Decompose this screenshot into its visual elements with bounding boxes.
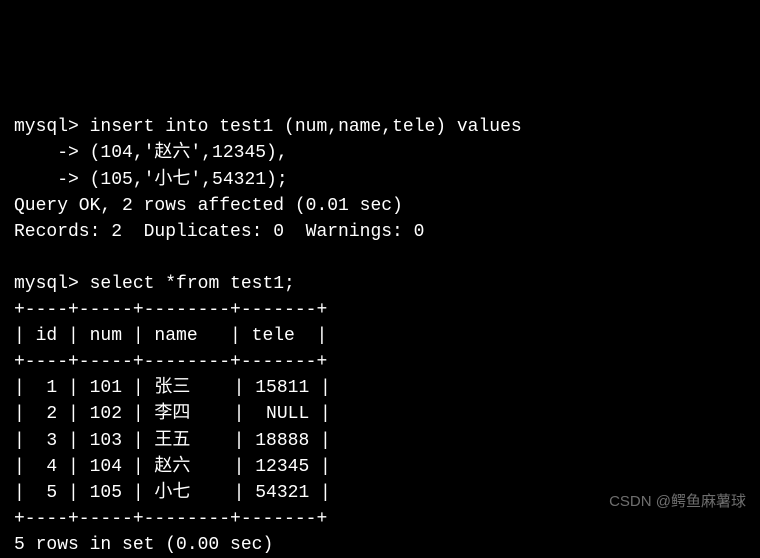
insert-command: insert into test1 (num,name,tele) values <box>90 117 522 137</box>
continuation-prompt: -> <box>14 170 79 190</box>
prompt: mysql> <box>14 274 79 294</box>
table-row: | 5 | 105 | 小七 | 54321 | <box>14 483 331 503</box>
table-row: | 1 | 101 | 张三 | 15811 | <box>14 378 331 398</box>
table-border-bottom: +----+-----+--------+-------+ <box>14 509 327 529</box>
table-border-top: +----+-----+--------+-------+ <box>14 300 327 320</box>
table-border-mid: +----+-----+--------+-------+ <box>14 352 327 372</box>
watermark: CSDN @鳄鱼麻薯球 <box>609 491 746 513</box>
insert-values-2: (105,'小七',54321); <box>90 170 288 190</box>
result-footer: 5 rows in set (0.00 sec) <box>14 535 273 555</box>
query-ok-status: Query OK, 2 rows affected (0.01 sec) <box>14 196 403 216</box>
records-status: Records: 2 Duplicates: 0 Warnings: 0 <box>14 222 424 242</box>
table-row: | 3 | 103 | 王五 | 18888 | <box>14 431 331 451</box>
table-header-row: | id | num | name | tele | <box>14 326 327 346</box>
prompt: mysql> <box>14 117 79 137</box>
insert-values-1: (104,'赵六',12345), <box>90 143 288 163</box>
select-command: select *from test1; <box>90 274 295 294</box>
continuation-prompt: -> <box>14 143 79 163</box>
table-row: | 4 | 104 | 赵六 | 12345 | <box>14 457 331 477</box>
table-row: | 2 | 102 | 李四 | NULL | <box>14 404 331 424</box>
